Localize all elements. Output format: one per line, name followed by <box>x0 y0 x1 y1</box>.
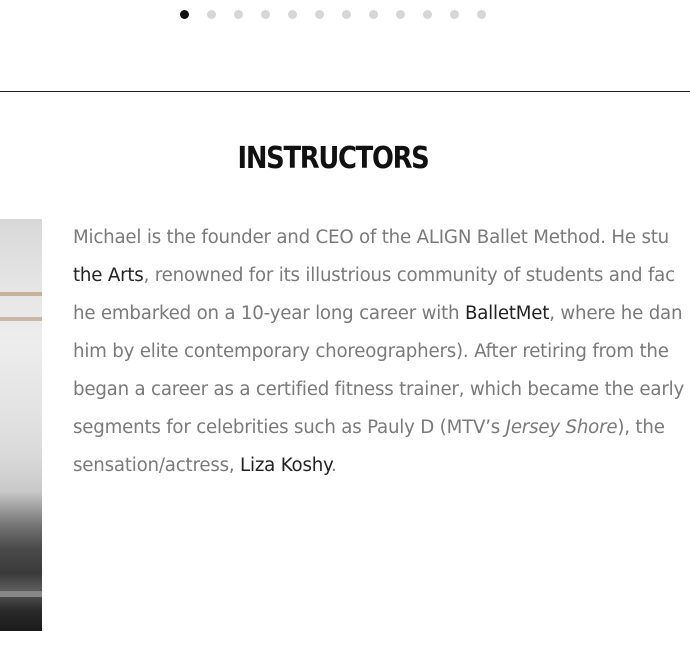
carousel-dot[interactable] <box>450 10 459 19</box>
bio-line-2: the Arts, renowned for its illustrious c… <box>73 257 690 295</box>
instructors-page: INSTRUCTORS Michael is the founder and C… <box>0 0 690 645</box>
carousel-dot[interactable] <box>180 10 189 19</box>
bio-line-1: Michael is the founder and CEO of the AL… <box>73 219 690 257</box>
bio-text: him by elite contemporary choreographers… <box>73 341 669 362</box>
bio-text: Michael is the founder and CEO of the AL… <box>73 227 669 248</box>
bio-line-6: segments for celebrities such as Pauly D… <box>73 409 690 447</box>
photo-barre-upper <box>0 292 42 296</box>
bio-line-4: him by elite contemporary choreographers… <box>73 333 690 371</box>
bio-line-5: began a career as a certified fitness tr… <box>73 371 690 409</box>
photo-barre-lower <box>0 317 42 321</box>
bio-text: ), the <box>617 417 665 438</box>
bio-text: sensation/actress, <box>73 455 241 476</box>
carousel-dot[interactable] <box>315 10 324 19</box>
bio-text: , renowned for its illustrious community… <box>143 265 676 286</box>
carousel-dot[interactable] <box>477 10 486 19</box>
carousel-dot[interactable] <box>234 10 243 19</box>
bio-text: segments for celebrities such as Pauly D… <box>73 417 506 438</box>
carousel-pagination <box>180 10 504 19</box>
instructor-photo <box>0 219 42 631</box>
bio-line-7: sensation/actress, Liza Koshy. <box>73 447 690 485</box>
carousel-dot[interactable] <box>423 10 432 19</box>
bio-text: . <box>331 455 337 476</box>
bio-text: he embarked on a 10-year long career wit… <box>73 303 465 324</box>
bio-text: began a career as a certified fitness tr… <box>73 379 685 400</box>
photo-floor-edge <box>0 591 42 597</box>
bio-text: , where he dan <box>549 303 683 324</box>
instructor-bio: Michael is the founder and CEO of the AL… <box>73 219 690 485</box>
liza-koshy-link[interactable]: Liza Koshy <box>240 455 331 476</box>
carousel-dot[interactable] <box>342 10 351 19</box>
carousel-dot[interactable] <box>396 10 405 19</box>
section-divider <box>0 91 690 92</box>
carousel-dot[interactable] <box>369 10 378 19</box>
section-heading: INSTRUCTORS <box>237 141 430 176</box>
bio-line-3: he embarked on a 10-year long career wit… <box>73 295 690 333</box>
carousel-dot[interactable] <box>261 10 270 19</box>
carousel-dot[interactable] <box>288 10 297 19</box>
show-title: Jersey Shore <box>505 417 618 438</box>
school-link[interactable]: the Arts <box>73 265 144 286</box>
carousel-dot[interactable] <box>207 10 216 19</box>
balletmet-link[interactable]: BalletMet <box>465 303 549 324</box>
